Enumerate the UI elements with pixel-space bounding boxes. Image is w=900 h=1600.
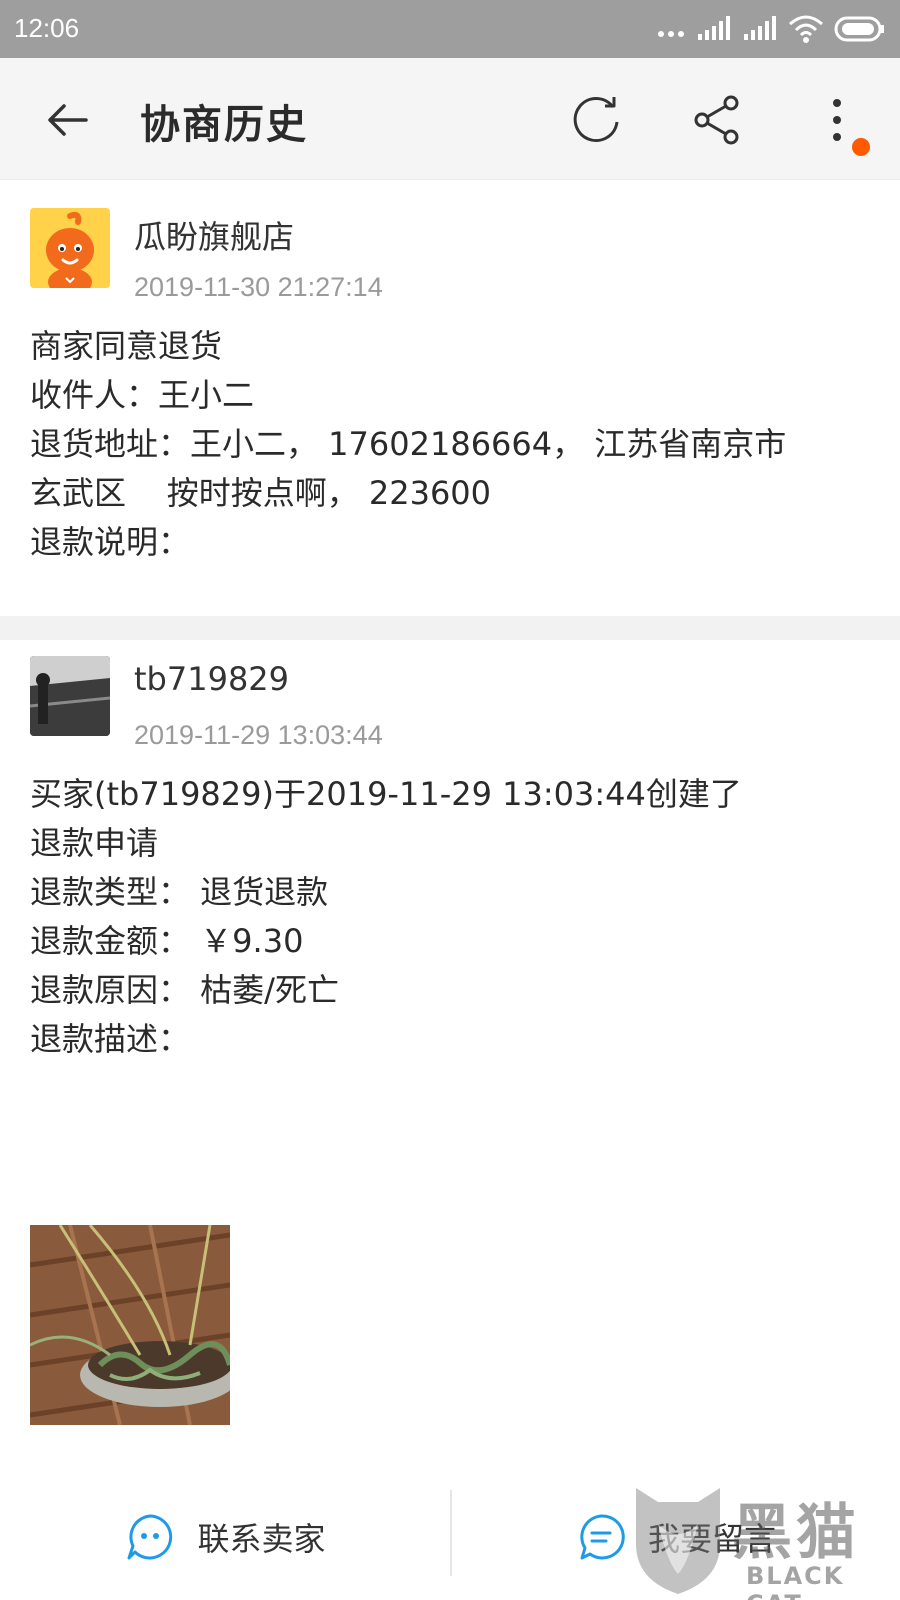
leave-message-label: 我要留言 <box>647 1520 776 1558</box>
arrow-left-icon <box>48 104 88 136</box>
leave-message-button[interactable]: 我要留言 <box>452 1474 900 1600</box>
attachment-thumbnail[interactable] <box>30 1225 230 1425</box>
entry-line: 商家同意退货 <box>30 327 223 365</box>
refresh-button[interactable] <box>566 90 626 150</box>
more-vertical-icon <box>833 99 841 141</box>
page-title: 协商历史 <box>140 102 308 148</box>
signal-icon-2 <box>744 16 776 40</box>
entry-line: 退款描述： <box>30 1020 191 1058</box>
share-icon <box>694 95 739 145</box>
user-photo-avatar <box>30 656 110 736</box>
store-mascot-icon <box>30 208 110 288</box>
entry-line: 收件人：王小二 <box>30 376 255 414</box>
contact-seller-label: 联系卖家 <box>197 1520 326 1558</box>
entry-time: 2019-11-30 21:27:14 <box>134 272 383 302</box>
battery-icon <box>834 16 884 42</box>
avatar <box>30 208 110 288</box>
contact-seller-button[interactable]: 联系卖家 <box>0 1474 451 1600</box>
entry-name: 瓜盼旗舰店 <box>134 218 295 256</box>
status-time: 12:06 <box>14 13 80 43</box>
wifi-icon <box>789 15 823 43</box>
entry-line: 退货地址：王小二， 17602186664， 江苏省南京市 <box>30 425 787 463</box>
avatar <box>30 656 110 736</box>
section-divider <box>0 616 900 640</box>
entry-line: 买家(tb719829)于2019-11-29 13:03:44创建了 <box>30 775 742 813</box>
entry-time: 2019-11-29 13:03:44 <box>134 720 383 750</box>
back-button[interactable] <box>36 88 100 152</box>
chat-bubble-face-icon <box>127 1514 173 1560</box>
entry-content: 商家同意退货 收件人：王小二 退货地址：王小二， 17602186664， 江苏… <box>30 322 880 567</box>
refresh-icon <box>573 97 619 143</box>
plant-photo-image <box>30 1225 230 1425</box>
entry-name: tb719829 <box>134 660 290 698</box>
entry-content: 买家(tb719829)于2019-11-29 13:03:44创建了 退款申请… <box>30 770 880 1064</box>
entry-line: 退款原因： 枯萎/死亡 <box>30 971 339 1009</box>
notification-dot <box>852 138 870 156</box>
entry-line: 退款金额： ￥9.30 <box>30 922 304 960</box>
entry-line: 退款说明： <box>30 523 191 561</box>
history-entry: tb719829 2019-11-29 13:03:44 买家(tb719829… <box>0 640 900 1460</box>
history-entry: 瓜盼旗舰店 2019-11-30 21:27:14 商家同意退货 收件人：王小二… <box>0 180 900 616</box>
more-dots-icon <box>658 31 684 37</box>
entry-line: 退款申请 <box>30 824 159 862</box>
share-button[interactable] <box>688 90 748 150</box>
entry-line: 退款类型： 退货退款 <box>30 873 329 911</box>
signal-icon <box>698 16 730 40</box>
status-icons <box>656 14 886 44</box>
entry-line: 玄武区 按时按点啊， 223600 <box>30 474 492 512</box>
status-bar: 12:06 <box>0 0 900 58</box>
message-bubble-icon <box>580 1514 625 1560</box>
app-bar: 协商历史 <box>0 58 900 180</box>
bottom-action-bar: 联系卖家 我要留言 <box>0 1474 900 1600</box>
